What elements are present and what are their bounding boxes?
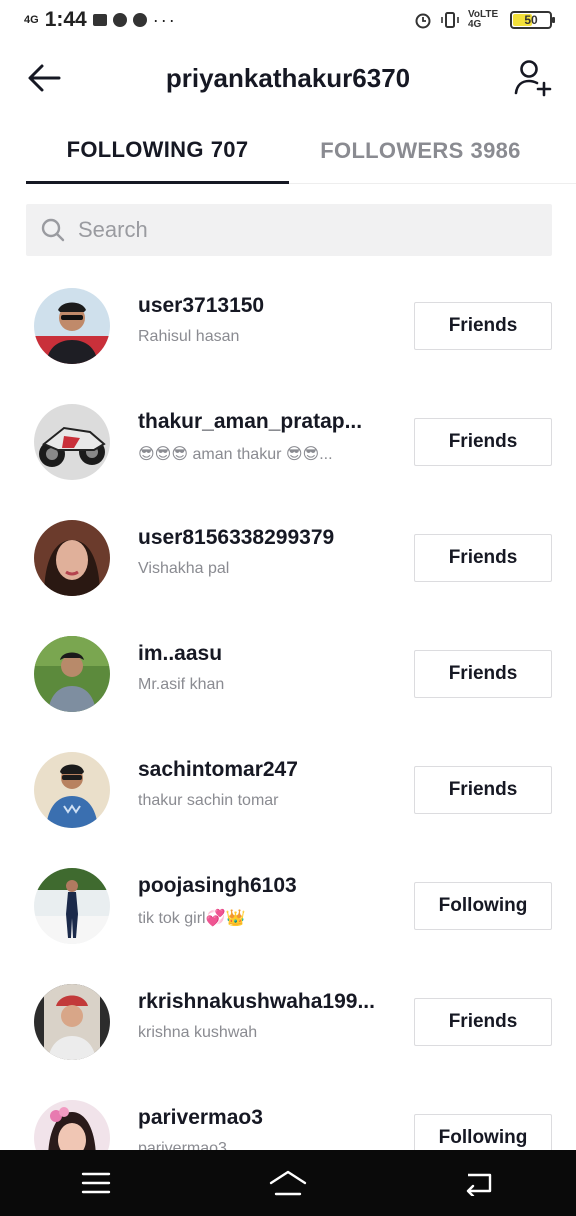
tab-following[interactable]: FOLLOWING 707: [26, 118, 289, 184]
menu-button[interactable]: [66, 1158, 126, 1208]
user-info: user8156338299379 Vishakha pal: [138, 526, 398, 578]
nickname: 😎😎😎 aman thakur 😎😎...: [138, 446, 333, 463]
nickname: krishna kushwah: [138, 1024, 258, 1041]
home-button[interactable]: [258, 1158, 318, 1208]
alarm-icon: [415, 13, 431, 29]
back-nav-button[interactable]: [450, 1158, 510, 1208]
menu-icon: [81, 1172, 111, 1194]
tab-following-count: 707: [210, 136, 249, 162]
following-button[interactable]: Following: [414, 1114, 552, 1150]
signal-icon: 4G: [24, 14, 39, 26]
username: parivermao3: [138, 1106, 263, 1129]
status-right: VoLTE 4G 50: [414, 9, 555, 30]
add-friend-button[interactable]: [512, 58, 554, 98]
user-info: thakur_aman_pratap... 😎😎😎 aman thakur 😎😎…: [138, 410, 398, 464]
check-icon: [132, 13, 147, 27]
username: user8156338299379: [138, 526, 335, 549]
nickname: tik tok girl💞👑: [138, 910, 246, 927]
avatar[interactable]: [34, 636, 110, 712]
user-info: im..aasu Mr.asif khan: [138, 642, 398, 694]
header: priyankathakur6370: [0, 48, 576, 108]
search-input[interactable]: [78, 217, 518, 243]
friends-button[interactable]: Friends: [414, 302, 552, 350]
following-button[interactable]: Following: [414, 882, 552, 930]
tab-following-label: FOLLOWING: [66, 136, 204, 162]
avatar[interactable]: [34, 520, 110, 596]
back-button[interactable]: [24, 60, 64, 96]
user-info: rkrishnakushwaha199... krishna kushwah: [138, 990, 398, 1042]
system-nav-bar: [0, 1150, 576, 1216]
friends-button[interactable]: Friends: [414, 766, 552, 814]
list-item[interactable]: user3713150 Rahisul hasan Friends: [0, 266, 576, 382]
avatar[interactable]: [34, 1100, 110, 1150]
upload-icon: [112, 13, 127, 27]
return-icon: [466, 1173, 492, 1196]
avatar[interactable]: [34, 288, 110, 364]
page-title: priyankathakur6370: [165, 62, 411, 93]
username: im..aasu: [138, 642, 223, 665]
vibrate-icon: [441, 12, 459, 28]
username: poojasingh6103: [138, 874, 297, 897]
list-item[interactable]: poojasingh6103 tik tok girl💞👑 Following: [0, 846, 576, 962]
tab-followers-label: FOLLOWERS: [320, 138, 464, 163]
friends-button[interactable]: Friends: [414, 650, 552, 698]
battery-icon: 50: [510, 11, 555, 29]
list-item[interactable]: im..aasu Mr.asif khan Friends: [0, 614, 576, 730]
home-icon: [269, 1170, 307, 1196]
list-item[interactable]: user8156338299379 Vishakha pal Friends: [0, 498, 576, 614]
user-info: poojasingh6103 tik tok girl💞👑: [138, 874, 398, 928]
nickname: thakur sachin tomar: [138, 792, 279, 809]
friends-button[interactable]: Friends: [414, 534, 552, 582]
status-bar: 4G 1:44 ··· VoLTE 4G 50: [0, 0, 576, 40]
avatar[interactable]: [34, 868, 110, 944]
username: thakur_aman_pratap...: [138, 410, 363, 433]
avatar[interactable]: [34, 752, 110, 828]
list-item[interactable]: parivermao3 parivermao3 Following: [0, 1078, 576, 1150]
status-time: 1:44: [44, 8, 87, 31]
arrow-left-icon: [28, 64, 61, 92]
list-item[interactable]: rkrishnakushwaha199... krishna kushwah F…: [0, 962, 576, 1078]
add-user-icon: [514, 60, 552, 97]
avatar[interactable]: [34, 984, 110, 1060]
search-bar[interactable]: [26, 204, 552, 256]
nickname: Mr.asif khan: [138, 676, 225, 693]
nickname: parivermao3: [138, 1140, 227, 1150]
user-info: user3713150 Rahisul hasan: [138, 294, 398, 346]
battery-level: 50: [524, 13, 538, 27]
tab-followers-count: 3986: [470, 138, 521, 163]
nickname: Vishakha pal: [138, 560, 230, 577]
friends-button[interactable]: Friends: [414, 998, 552, 1046]
following-list: user3713150 Rahisul hasan Friends thakur…: [0, 266, 576, 1150]
avatar[interactable]: [34, 404, 110, 480]
list-item[interactable]: thakur_aman_pratap... 😎😎😎 aman thakur 😎😎…: [0, 382, 576, 498]
tab-followers[interactable]: FOLLOWERS 3986: [289, 118, 552, 184]
username: user3713150: [138, 294, 265, 317]
nickname: Rahisul hasan: [138, 328, 240, 345]
user-info: sachintomar247 thakur sachin tomar: [138, 758, 398, 810]
friends-button[interactable]: Friends: [414, 418, 552, 466]
tab-bar: FOLLOWING 707 FOLLOWERS 3986: [26, 118, 576, 184]
more-notifications-icon: ···: [152, 9, 177, 30]
search-icon: [41, 218, 65, 242]
notification-icon: [92, 14, 107, 26]
username: rkrishnakushwaha199...: [138, 990, 375, 1013]
username: sachintomar247: [138, 758, 298, 781]
user-info: parivermao3 parivermao3: [138, 1106, 398, 1150]
status-left: 4G 1:44 ···: [24, 8, 177, 32]
volte-indicator: VoLTE 4G: [468, 9, 499, 30]
list-item[interactable]: sachintomar247 thakur sachin tomar Frien…: [0, 730, 576, 846]
